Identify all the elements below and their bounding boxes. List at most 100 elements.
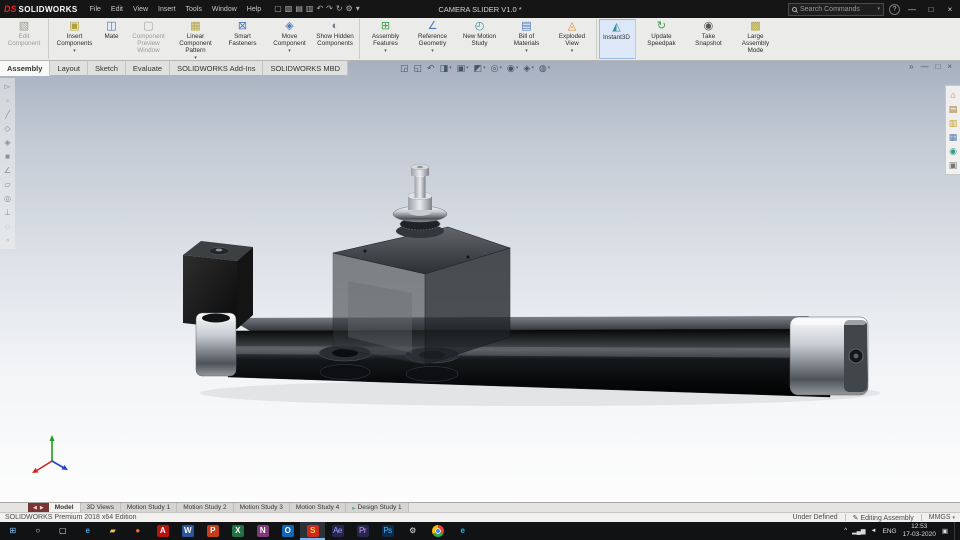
- after-effects-icon[interactable]: Ae: [325, 522, 350, 540]
- filter-midpoints-icon[interactable]: ▫: [6, 236, 9, 245]
- clear-selection-filters-icon[interactable]: ▻: [4, 82, 10, 91]
- menu-item[interactable]: File: [85, 3, 106, 16]
- settings-icon[interactable]: ⚙: [400, 522, 425, 540]
- options-gear-icon[interactable]: ⚙: [346, 4, 353, 14]
- menu-item[interactable]: View: [128, 3, 153, 16]
- zoom-to-fit-icon[interactable]: ◲▾: [400, 62, 409, 74]
- help-icon[interactable]: ?: [889, 3, 900, 15]
- zoom-to-area-icon[interactable]: ◱▾: [414, 62, 423, 74]
- command-tab[interactable]: SOLIDWORKS Add-Ins: [170, 61, 264, 76]
- command-tab[interactable]: Evaluate: [125, 61, 171, 76]
- acrobat-reader-icon[interactable]: A: [150, 522, 175, 540]
- filter-coordinate-systems-icon[interactable]: ⊥: [4, 208, 11, 217]
- instant3d-button[interactable]: ◭ Instant3D ▾: [599, 19, 636, 59]
- component-preview-window-button[interactable]: ▢ Component Preview Window ▾: [125, 19, 172, 59]
- edit-component-button[interactable]: ▧ Edit Component ▾: [2, 19, 49, 59]
- filter-surface-bodies-icon[interactable]: ◈: [4, 138, 10, 147]
- menu-item[interactable]: Help: [242, 3, 266, 16]
- excel-icon[interactable]: X: [225, 522, 250, 540]
- outlook-icon[interactable]: O: [275, 522, 300, 540]
- save-icon[interactable]: ▤: [295, 4, 303, 14]
- firefox-icon[interactable]: ●: [125, 522, 150, 540]
- premiere-icon[interactable]: Pr: [350, 522, 375, 540]
- new-document-icon[interactable]: ▢: [274, 4, 282, 14]
- filter-sketches-icon[interactable]: ◌: [5, 222, 10, 231]
- model-tab[interactable]: Motion Study 1: [120, 503, 178, 512]
- move-component-button[interactable]: ◈ Move Component ▾: [266, 19, 313, 59]
- onenote-icon[interactable]: N: [250, 522, 275, 540]
- custom-properties-icon[interactable]: ▣: [949, 160, 958, 170]
- display-style-icon[interactable]: ◩ ▾: [474, 62, 486, 74]
- filter-vertices-icon[interactable]: ◦: [6, 96, 9, 105]
- hidden-icons-chevron[interactable]: ^: [844, 528, 847, 535]
- reference-geometry-button[interactable]: ∠ Reference Geometry ▾: [409, 19, 456, 59]
- redo-icon[interactable]: ↷: [326, 4, 333, 14]
- show-desktop-button[interactable]: [954, 522, 957, 540]
- apply-scene-icon[interactable]: ◈ ▾: [523, 62, 533, 74]
- restore-document-icon[interactable]: □: [935, 62, 940, 71]
- close-window-button[interactable]: ×: [943, 5, 957, 14]
- action-center-icon[interactable]: ▣: [942, 527, 948, 535]
- graphics-area[interactable]: ▻ ◦ ╱ ◇ ◈ ■ ∠ ▱ ◎ ⊥ ◌ ▫ ⌂ ▤ ▥ ▦ ◉ ▣: [0, 61, 960, 502]
- menu-item[interactable]: Tools: [181, 3, 207, 16]
- command-tab[interactable]: Sketch: [87, 61, 126, 76]
- minimize-document-icon[interactable]: —: [920, 62, 928, 71]
- photoshop-icon[interactable]: Ps: [375, 522, 400, 540]
- solidworks-taskbar-icon[interactable]: S: [300, 522, 325, 540]
- edit-appearance-icon[interactable]: ◉ ▾: [507, 62, 518, 74]
- network-signal-icon[interactable]: ▂▄▆: [852, 528, 865, 535]
- model-tab[interactable]: Motion Study 4: [289, 503, 347, 512]
- section-view-icon[interactable]: ◨ ▾: [440, 62, 452, 74]
- file-explorer-icon[interactable]: ▰: [100, 522, 125, 540]
- insert-components-button[interactable]: ▣ Insert Components ▾: [51, 19, 98, 59]
- hide-show-items-icon[interactable]: ◎ ▾: [491, 62, 502, 74]
- print-icon[interactable]: ▥: [306, 4, 314, 14]
- filter-planes-icon[interactable]: ▱: [4, 180, 10, 189]
- bill-of-materials-button[interactable]: ▤ Bill of Materials ▾: [503, 19, 550, 59]
- language-indicator[interactable]: ENG: [883, 528, 897, 535]
- appearances-scenes-icon[interactable]: ◉: [949, 146, 957, 156]
- model-tab[interactable]: Motion Study 2: [177, 503, 234, 512]
- minimize-window-button[interactable]: —: [905, 5, 919, 14]
- file-explorer-icon[interactable]: ▥: [949, 118, 958, 128]
- undo-icon[interactable]: ↶: [316, 4, 323, 14]
- scroll-tabs-left-icon[interactable]: ◀: [33, 505, 37, 511]
- filter-faces-icon[interactable]: ◇: [4, 124, 10, 133]
- toolbar-dropdown-icon[interactable]: ▾: [356, 4, 360, 14]
- chrome-icon[interactable]: [425, 522, 450, 540]
- solidworks-resources-icon[interactable]: ⌂: [950, 90, 955, 100]
- internet-explorer-icon[interactable]: e: [450, 522, 475, 540]
- view-palette-icon[interactable]: ▦: [949, 132, 958, 142]
- command-tab[interactable]: Assembly: [0, 61, 51, 76]
- view-settings-icon[interactable]: ◍ ▾: [539, 62, 550, 74]
- menu-item[interactable]: Edit: [106, 3, 128, 16]
- model-tab[interactable]: Motion Study 3: [233, 503, 290, 512]
- command-tab[interactable]: SOLIDWORKS MBD: [263, 61, 349, 76]
- clock[interactable]: 12:53 17-03-2020: [903, 523, 936, 539]
- linear-component-pattern-button[interactable]: ▦ Linear Component Pattern ▾: [172, 19, 219, 60]
- previous-view-icon[interactable]: ↶▾: [427, 62, 435, 74]
- view-orientation-icon[interactable]: ▣ ▾: [457, 62, 469, 74]
- camera-slider-3d-model[interactable]: [0, 61, 960, 502]
- update-speedpak-button[interactable]: ↻ Update Speedpak ▾: [638, 19, 685, 59]
- model-tab[interactable]: ▸ Design Study 1: [346, 503, 409, 512]
- mate-button[interactable]: ◫ Mate ▾: [98, 19, 125, 59]
- volume-icon[interactable]: ◄: [871, 528, 877, 535]
- filter-edges-icon[interactable]: ╱: [5, 110, 10, 119]
- word-icon[interactable]: W: [175, 522, 200, 540]
- search-commands-box[interactable]: Search Commands ▾: [788, 2, 884, 16]
- design-library-icon[interactable]: ▤: [949, 104, 958, 114]
- scroll-tabs-right-icon[interactable]: ▶: [40, 505, 44, 511]
- exploded-view-button[interactable]: ◬ Exploded View ▾: [550, 19, 597, 59]
- open-document-icon[interactable]: ▧: [285, 4, 293, 14]
- powerpoint-icon[interactable]: P: [200, 522, 225, 540]
- close-document-icon[interactable]: ×: [947, 62, 952, 71]
- search-button[interactable]: ○: [25, 522, 50, 540]
- units-selector[interactable]: MMGS ▾: [929, 514, 955, 521]
- edge-browser-icon[interactable]: e: [75, 522, 100, 540]
- smart-fasteners-button[interactable]: ⊠ Smart Fasteners ▾: [219, 19, 266, 59]
- task-view-button[interactable]: ▢: [50, 522, 75, 540]
- chevron-down-icon[interactable]: ▾: [877, 6, 880, 12]
- model-tab[interactable]: Model: [48, 503, 81, 512]
- command-tab[interactable]: Layout: [50, 61, 88, 76]
